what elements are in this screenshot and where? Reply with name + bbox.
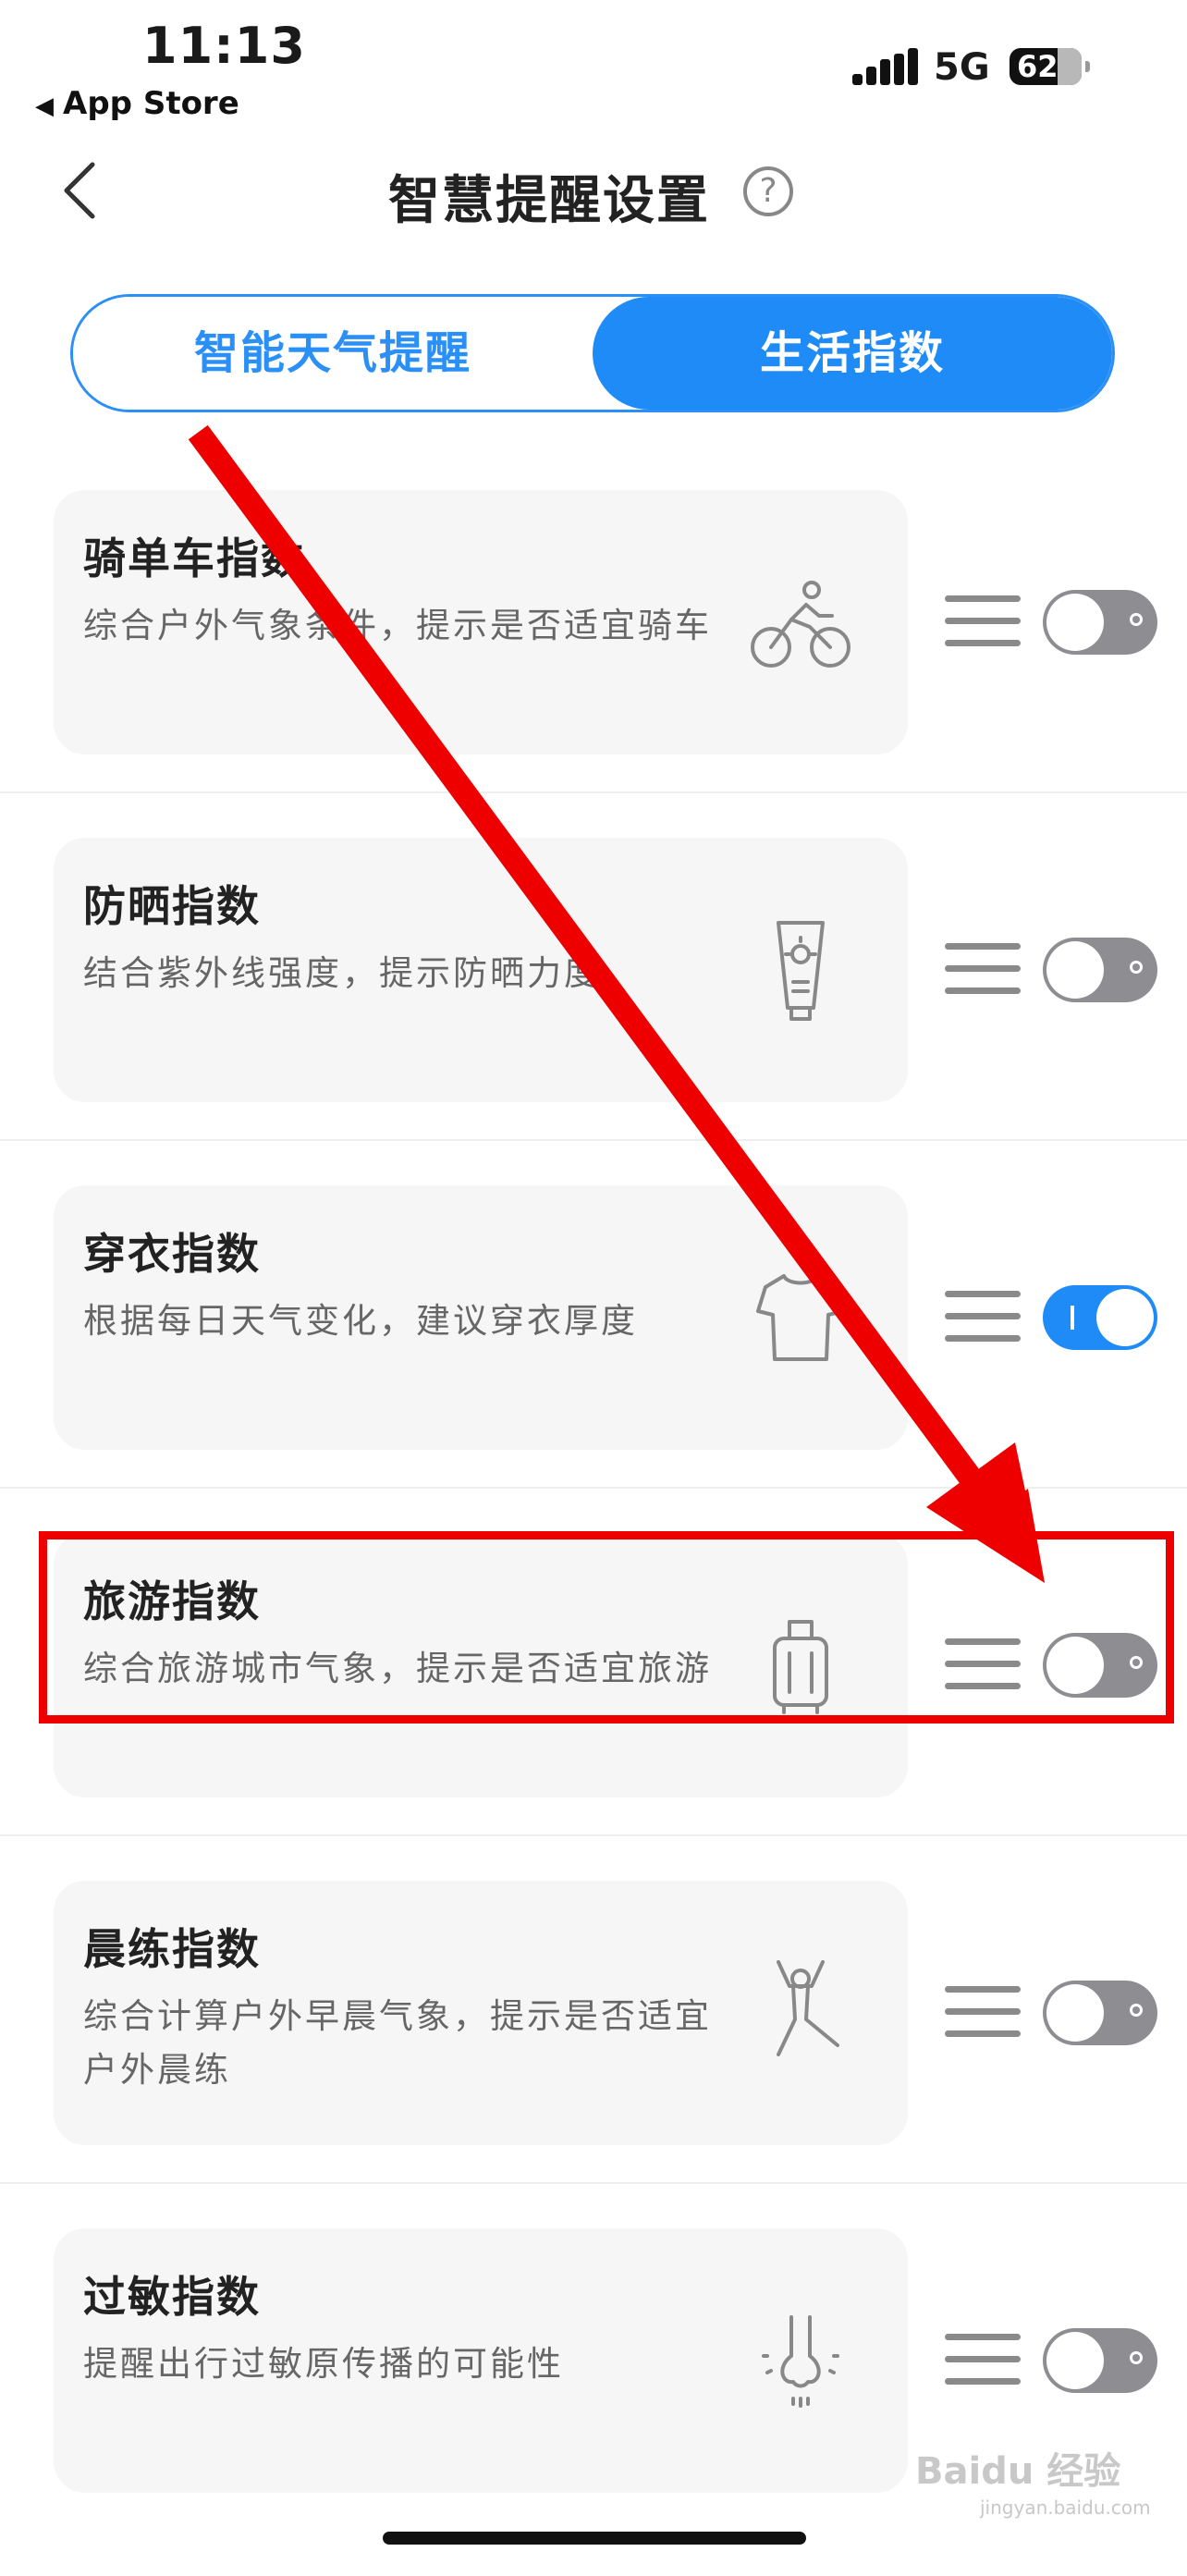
toggle-switch[interactable]: [1043, 1285, 1157, 1350]
drag-handle[interactable]: [945, 1986, 1021, 2038]
bicycle-icon: [751, 581, 850, 668]
drag-handle[interactable]: [945, 1291, 1021, 1343]
list-item: 穿衣指数 根据每日天气变化，建议穿衣厚度: [0, 1185, 1187, 1533]
drag-handle[interactable]: [945, 943, 1021, 995]
item-title: 过敏指数: [83, 2272, 261, 2322]
divider: [0, 1139, 1187, 1141]
back-chevron-icon[interactable]: [55, 159, 104, 222]
tab-life-index[interactable]: 生活指数: [593, 297, 1112, 410]
toggle-switch[interactable]: [1043, 590, 1157, 655]
drag-handle[interactable]: [945, 2334, 1021, 2386]
back-triangle-icon: ◀: [35, 92, 54, 120]
allergy-icon: [762, 2315, 839, 2408]
item-description: 结合紫外线强度，提示防晒力度: [83, 953, 601, 993]
exercise-icon: [777, 1960, 839, 2056]
sunscreen-icon: [777, 921, 825, 1021]
list-item: 过敏指数 提醒出行过敏原传播的可能性: [0, 2228, 1187, 2576]
toggle-switch[interactable]: [1043, 938, 1157, 1002]
tab-smart-weather[interactable]: 智能天气提醒: [73, 297, 593, 410]
item-description: 综合户外气象条件，提示是否适宜骑车: [83, 606, 712, 645]
home-indicator[interactable]: [383, 2532, 806, 2545]
list-item: 晨练指数 综合计算户外早晨气象，提示是否适宜户外晨练: [0, 1881, 1187, 2228]
divider: [0, 1487, 1187, 1489]
battery-icon: 62: [1010, 48, 1090, 85]
cellular-signal-icon: [852, 48, 919, 85]
item-title: 骑单车指数: [83, 534, 305, 583]
page-title: 智慧提醒设置: [388, 171, 710, 231]
back-app-label: App Store: [63, 85, 239, 122]
list-item: 防晒指数 结合紫外线强度，提示防晒力度: [0, 838, 1187, 1185]
divider: [0, 1834, 1187, 1836]
segmented-control: 智能天气提醒 生活指数: [70, 294, 1115, 412]
list-item: 骑单车指数 综合户外气象条件，提示是否适宜骑车: [0, 490, 1187, 838]
item-description: 综合计算户外早晨气象，提示是否适宜户外晨练: [83, 1996, 712, 2090]
drag-handle[interactable]: [945, 595, 1021, 647]
status-time: 11:13: [142, 17, 306, 75]
item-title: 穿衣指数: [83, 1229, 261, 1279]
back-to-app-link[interactable]: ◀ App Store: [35, 85, 239, 122]
item-title: 晨练指数: [83, 1924, 261, 1974]
item-description: 根据每日天气变化，建议穿衣厚度: [83, 1301, 638, 1341]
divider: [0, 791, 1187, 793]
item-description: 提醒出行过敏原传播的可能性: [83, 2344, 564, 2384]
tshirt-icon: [756, 1274, 845, 1361]
battery-level: 62: [1017, 49, 1059, 84]
highlight-box: [39, 1531, 1174, 1723]
network-type: 5G: [934, 46, 990, 89]
watermark-url: jingyan.baidu.com: [980, 2496, 1151, 2519]
item-title: 防晒指数: [83, 881, 261, 931]
help-icon[interactable]: ?: [743, 166, 793, 216]
toggle-switch[interactable]: [1043, 1981, 1157, 2045]
divider: [0, 2182, 1187, 2184]
watermark: Baidu 经验: [915, 2450, 1121, 2493]
toggle-switch[interactable]: [1043, 2328, 1157, 2393]
